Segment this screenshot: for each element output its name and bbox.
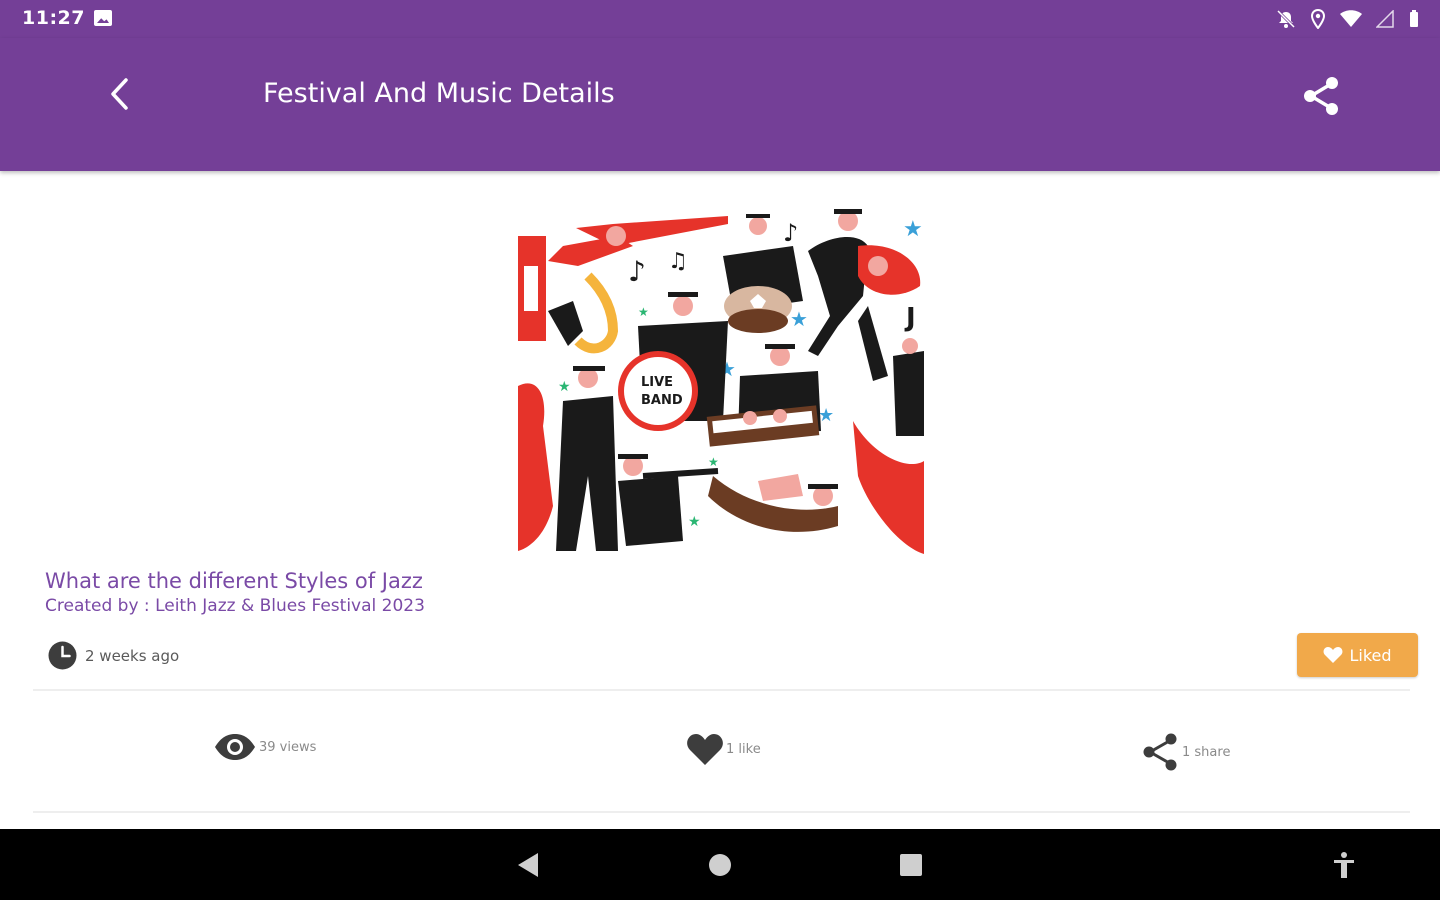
image-notification-icon xyxy=(94,10,112,26)
divider-bottom xyxy=(33,811,1410,813)
art-text-band: BAND xyxy=(641,393,683,408)
status-bar: 11:27 xyxy=(0,0,1440,38)
svg-text:★: ★ xyxy=(688,514,701,530)
time-row: 2 weeks ago xyxy=(48,641,179,670)
svg-text:♫: ♫ xyxy=(668,249,688,274)
share-icon xyxy=(1304,77,1338,115)
article-author: Created by : Leith Jazz & Blues Festival… xyxy=(45,596,425,616)
svg-text:★: ★ xyxy=(708,455,719,469)
svg-text:♪: ♪ xyxy=(628,255,646,288)
nav-home-button[interactable] xyxy=(704,849,736,881)
liked-label: Liked xyxy=(1349,645,1392,665)
nav-accessibility-button[interactable] xyxy=(1328,849,1360,881)
likes-count: 1 like xyxy=(726,741,761,757)
chevron-left-icon xyxy=(111,78,128,110)
system-nav-bar xyxy=(0,829,1440,900)
art-text-j: J xyxy=(904,303,916,333)
location-icon xyxy=(1310,9,1326,29)
divider-top xyxy=(33,689,1410,691)
app-bar: Festival And Music Details xyxy=(0,38,1440,171)
time-ago: 2 weeks ago xyxy=(85,646,180,665)
status-icons xyxy=(1276,8,1420,30)
article-image: ♪ ♫ ♪ ★ ★ ★ ★ ★ ★ ★ ★ ★ LIVE BAND xyxy=(518,206,924,554)
share-icon xyxy=(1143,733,1177,771)
share-button[interactable] xyxy=(1300,74,1344,118)
svg-text:★: ★ xyxy=(790,307,808,331)
triangle-back-icon xyxy=(518,853,538,877)
signal-icon xyxy=(1376,10,1394,28)
wifi-icon xyxy=(1340,10,1362,27)
circle-home-icon xyxy=(709,854,731,876)
mute-icon xyxy=(1276,9,1296,29)
svg-text:★: ★ xyxy=(558,379,571,395)
shares-stat[interactable]: 1 share xyxy=(1142,732,1230,772)
shares-count: 1 share xyxy=(1182,744,1231,760)
nav-back-button[interactable] xyxy=(512,849,544,881)
eye-icon xyxy=(215,734,255,760)
accessibility-icon xyxy=(1334,852,1354,878)
square-recents-icon xyxy=(900,854,922,876)
svg-text:♪: ♪ xyxy=(783,219,798,247)
back-button[interactable] xyxy=(100,74,140,114)
liked-button[interactable]: Liked xyxy=(1297,633,1418,677)
clock-icon xyxy=(48,641,77,670)
heart-icon xyxy=(1324,647,1343,663)
likes-stat[interactable]: 1 like xyxy=(686,732,761,766)
views-stat: 39 views xyxy=(213,732,316,762)
svg-text:★: ★ xyxy=(638,305,649,319)
page-title: Festival And Music Details xyxy=(263,78,615,109)
article-title: What are the different Styles of Jazz xyxy=(45,569,423,593)
status-time: 11:27 xyxy=(22,7,85,29)
nav-recents-button[interactable] xyxy=(895,849,927,881)
art-text-live: LIVE xyxy=(641,375,673,390)
jazz-band-illustration: ♪ ♫ ♪ ★ ★ ★ ★ ★ ★ ★ ★ ★ LIVE BAND xyxy=(518,209,924,554)
views-count: 39 views xyxy=(259,739,317,755)
svg-text:★: ★ xyxy=(903,217,923,242)
battery-icon xyxy=(1410,10,1418,27)
heart-icon xyxy=(687,734,723,765)
